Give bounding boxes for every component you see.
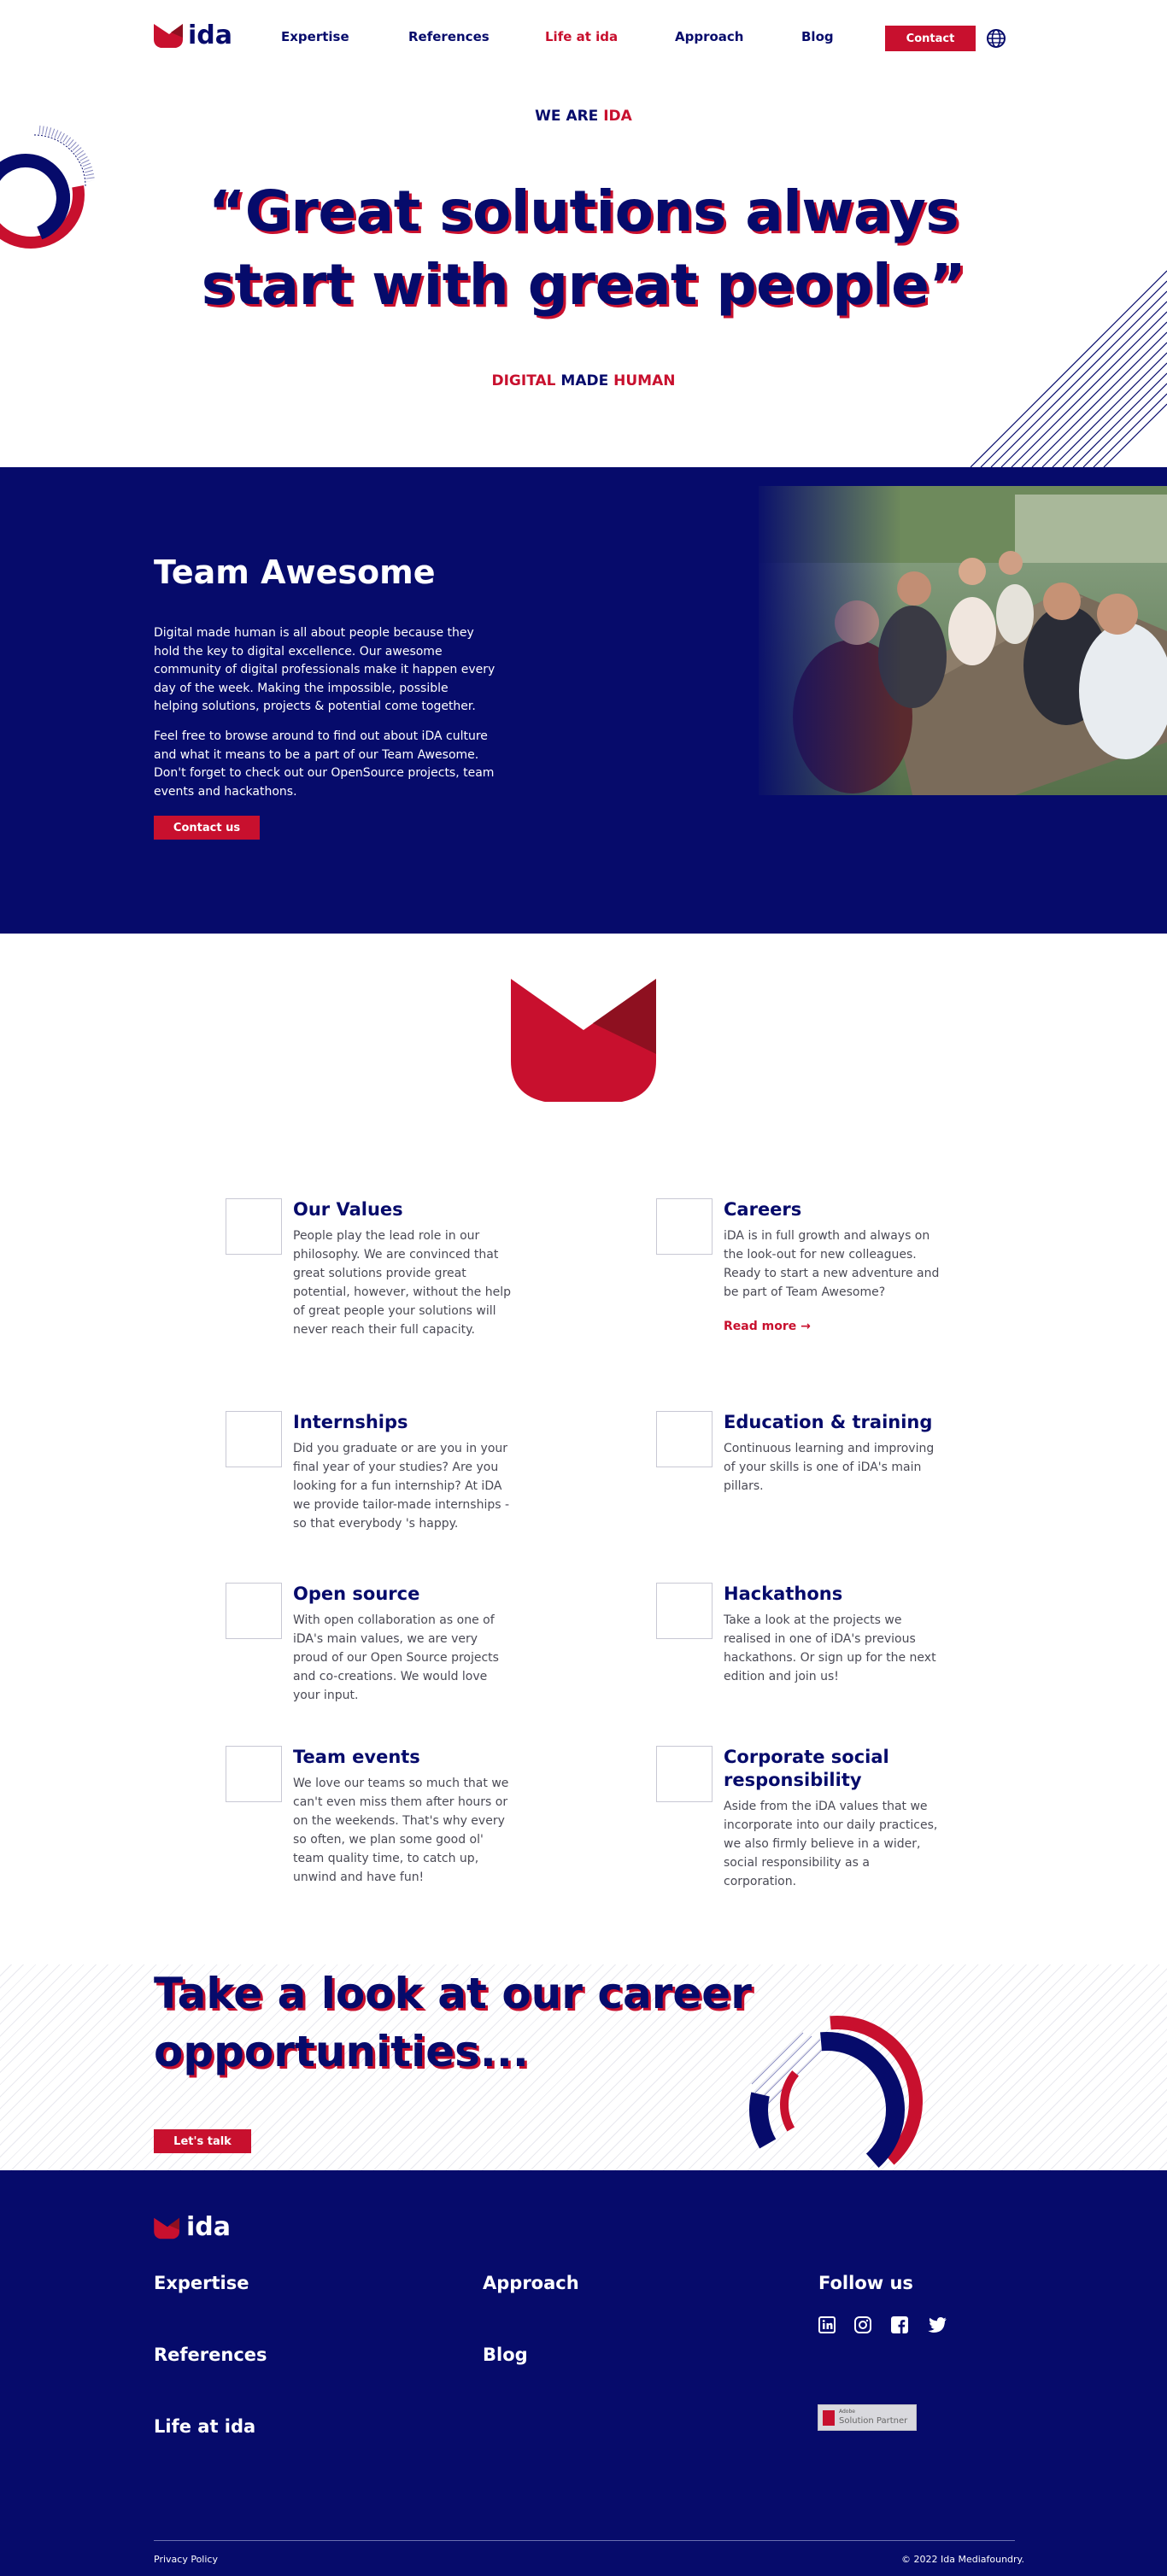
feature-image-placeholder	[226, 1411, 282, 1467]
feature-image-placeholder	[656, 1746, 713, 1802]
feature-csr: Corporate social responsibility Aside fr…	[656, 1746, 937, 1888]
hero-ring-decoration	[0, 126, 95, 249]
footer-follow-us-title: Follow us	[818, 2273, 913, 2293]
feature-hackathons: Hackathons Take a look at the projects w…	[656, 1583, 936, 1683]
feature-image-placeholder	[226, 1746, 282, 1802]
ida-logo-mark-icon	[154, 24, 183, 48]
nav-link-approach[interactable]: Approach	[675, 29, 743, 44]
feature-text: With open collaboration as one of iDA's …	[293, 1613, 499, 1702]
feature-image-placeholder	[226, 1198, 282, 1255]
hero-tagline: DIGITAL MADE HUMAN	[0, 372, 1167, 389]
hero-tagline-digital: DIGITAL	[491, 372, 556, 389]
feature-text: Continuous learning and improving of you…	[724, 1442, 935, 1493]
feature-image-placeholder	[656, 1198, 713, 1255]
brand-logo[interactable]: ida	[154, 20, 233, 51]
feature-title: Open source	[293, 1584, 420, 1604]
feature-title: Education & training	[724, 1412, 933, 1432]
brand-logo-text: ida	[188, 20, 233, 50]
facebook-icon[interactable]	[891, 2316, 908, 2333]
feature-internships: Internships Did you graduate or are you …	[226, 1411, 509, 1531]
hero-eyebrow-we-are: WE ARE	[535, 108, 599, 125]
feature-education-training: Education & training Continuous learning…	[656, 1411, 934, 1493]
feature-title: Team events	[293, 1747, 420, 1767]
hero-tagline-made: MADE	[560, 372, 609, 389]
footer-link-references[interactable]: References	[154, 2345, 267, 2365]
feature-text: Take a look at the projects we realised …	[724, 1613, 936, 1683]
footer-link-blog[interactable]: Blog	[483, 2345, 528, 2365]
nav-link-blog[interactable]: Blog	[801, 29, 834, 44]
feature-title: Our Values	[293, 1199, 403, 1220]
copyright-text: © 2022 Ida Mediafoundry.	[901, 2554, 1024, 2565]
feature-text: People play the lead role in our philoso…	[293, 1229, 512, 1337]
linkedin-icon[interactable]	[818, 2316, 836, 2333]
adobe-logo-icon	[823, 2410, 835, 2426]
feature-our-values: Our Values People play the lead role in …	[226, 1198, 511, 1337]
hero-tagline-human: HUMAN	[613, 372, 676, 389]
team-paragraph-1: Digital made human is all about people b…	[154, 626, 496, 713]
footer-divider	[154, 2540, 1015, 2541]
feature-image-placeholder	[656, 1583, 713, 1639]
feature-text: iDA is in full growth and always on the …	[724, 1229, 940, 1299]
careers-read-more-link[interactable]: Read more →	[724, 1320, 894, 1333]
feature-title: Careers	[724, 1199, 802, 1220]
twitter-icon[interactable]	[928, 2317, 947, 2333]
adobe-badge-brand: Adobe	[839, 2409, 855, 2415]
hero-title: “Great solutions always start with great…	[201, 179, 966, 318]
team-paragraph-2: Feel free to browse around to find out a…	[154, 729, 495, 799]
feature-image-placeholder	[226, 1583, 282, 1639]
contact-us-button[interactable]: Contact us	[154, 816, 260, 840]
feature-text: Did you graduate or are you in your fina…	[293, 1442, 510, 1531]
globe-icon[interactable]	[986, 28, 1006, 49]
feature-open-source: Open source With open collaboration as o…	[226, 1583, 499, 1702]
footer-logo-text: ida	[186, 2212, 232, 2242]
privacy-policy-link[interactable]: Privacy Policy	[154, 2554, 218, 2565]
contact-button[interactable]: Contact	[885, 26, 976, 51]
feature-text: We love our teams so much that we can't …	[293, 1777, 509, 1884]
top-navigation: ida Expertise References Life at ida App…	[0, 0, 1167, 75]
nav-link-expertise[interactable]: Expertise	[281, 29, 349, 44]
footer-link-expertise[interactable]: Expertise	[154, 2273, 249, 2293]
adobe-partner-badge: Adobe Solution Partner	[818, 2404, 917, 2431]
footer-link-life-at-ida[interactable]: Life at ida	[154, 2416, 255, 2437]
team-photo-illustration	[759, 486, 1167, 795]
ida-logo-mark-icon	[154, 2217, 179, 2239]
hero-eyebrow-ida: IDA	[603, 108, 632, 125]
team-title: Team Awesome	[154, 553, 436, 591]
hero-eyebrow: WE ARE IDA	[0, 108, 1167, 125]
feature-image-placeholder	[656, 1411, 713, 1467]
nav-link-references[interactable]: References	[408, 29, 490, 44]
ida-brand-mark-icon	[511, 979, 656, 1102]
feature-title: Hackathons	[724, 1584, 843, 1604]
lets-talk-button[interactable]: Let's talk	[154, 2129, 251, 2153]
nav-link-life-at-ida[interactable]: Life at ida	[545, 29, 618, 44]
team-photo	[759, 486, 1167, 795]
cta-title: Take a look at our career opportunities.…	[154, 1969, 752, 2076]
feature-careers: Careers iDA is in full growth and always…	[656, 1198, 939, 1333]
instagram-icon[interactable]	[854, 2316, 871, 2333]
footer-logo[interactable]: ida	[154, 2212, 232, 2243]
feature-title: Internships	[293, 1412, 408, 1432]
adobe-badge-label: Solution Partner	[839, 2416, 908, 2426]
footer-link-approach[interactable]: Approach	[483, 2273, 579, 2293]
feature-title: Corporate social responsibility	[724, 1747, 889, 1790]
feature-team-events: Team events We love our teams so much th…	[226, 1746, 508, 1884]
feature-text: Aside from the iDA values that we incorp…	[724, 1800, 938, 1888]
